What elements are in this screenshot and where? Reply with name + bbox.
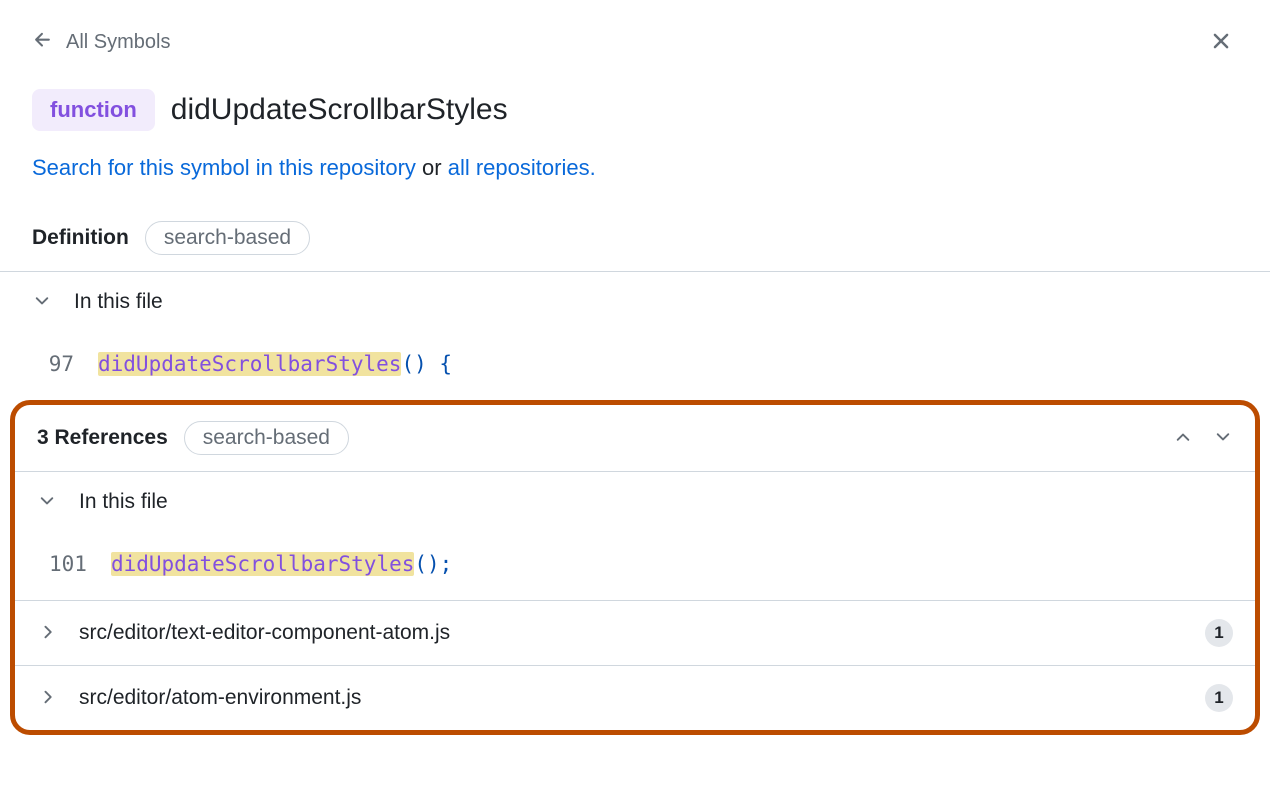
definition-title: Definition xyxy=(32,226,129,250)
chevron-right-icon xyxy=(37,687,57,710)
reference-path: src/editor/text-editor-component-atom.js xyxy=(79,621,450,645)
close-button[interactable] xyxy=(1204,24,1238,61)
references-nav xyxy=(1173,427,1233,450)
reference-path: src/editor/atom-environment.js xyxy=(79,686,361,710)
symbol-type-badge: function xyxy=(32,89,155,131)
close-icon xyxy=(1208,41,1234,57)
back-label: All Symbols xyxy=(66,31,170,54)
chevron-down-icon xyxy=(37,491,57,514)
reference-in-file-row[interactable]: In this file xyxy=(15,472,1255,532)
back-to-symbols[interactable]: All Symbols xyxy=(32,29,170,57)
references-badge: search-based xyxy=(184,421,349,455)
references-header: 3 References search-based xyxy=(15,405,1255,472)
panel-header: All Symbols xyxy=(0,0,1270,69)
definition-header: Definition search-based xyxy=(0,213,1270,272)
reference-count: 1 xyxy=(1205,684,1233,712)
chevron-right-icon xyxy=(37,622,57,645)
reference-file-item[interactable]: src/editor/atom-environment.js 1 xyxy=(15,666,1255,730)
arrow-left-icon xyxy=(32,29,54,57)
search-repo-link[interactable]: Search for this symbol in this repositor… xyxy=(32,155,416,180)
references-highlight: 3 References search-based In this file xyxy=(10,400,1260,735)
reference-file-label: In this file xyxy=(79,490,168,514)
definition-file-row[interactable]: In this file xyxy=(0,272,1270,332)
symbol-name: didUpdateScrollbarStyles xyxy=(171,93,508,127)
symbol-title: function didUpdateScrollbarStyles xyxy=(0,69,1270,143)
or-text: or xyxy=(416,155,448,180)
reference-code-line[interactable]: 101 didUpdateScrollbarStyles(); xyxy=(15,532,1255,601)
search-all-link[interactable]: all repositories. xyxy=(448,155,596,180)
line-number: 101 xyxy=(49,552,87,576)
chevron-down-icon[interactable] xyxy=(1213,427,1233,450)
code-content: didUpdateScrollbarStyles(); xyxy=(111,552,452,576)
reference-count: 1 xyxy=(1205,619,1233,647)
line-number: 97 xyxy=(44,352,74,376)
definition-badge: search-based xyxy=(145,221,310,255)
chevron-up-icon[interactable] xyxy=(1173,427,1193,450)
code-content: didUpdateScrollbarStyles() { xyxy=(98,352,452,376)
chevron-down-icon xyxy=(32,291,52,314)
search-links: Search for this symbol in this repositor… xyxy=(0,143,1270,213)
definition-code-line[interactable]: 97 didUpdateScrollbarStyles() { xyxy=(0,332,1270,400)
references-title: 3 References xyxy=(37,426,168,450)
reference-file-item[interactable]: src/editor/text-editor-component-atom.js… xyxy=(15,601,1255,666)
definition-file-label: In this file xyxy=(74,290,163,314)
